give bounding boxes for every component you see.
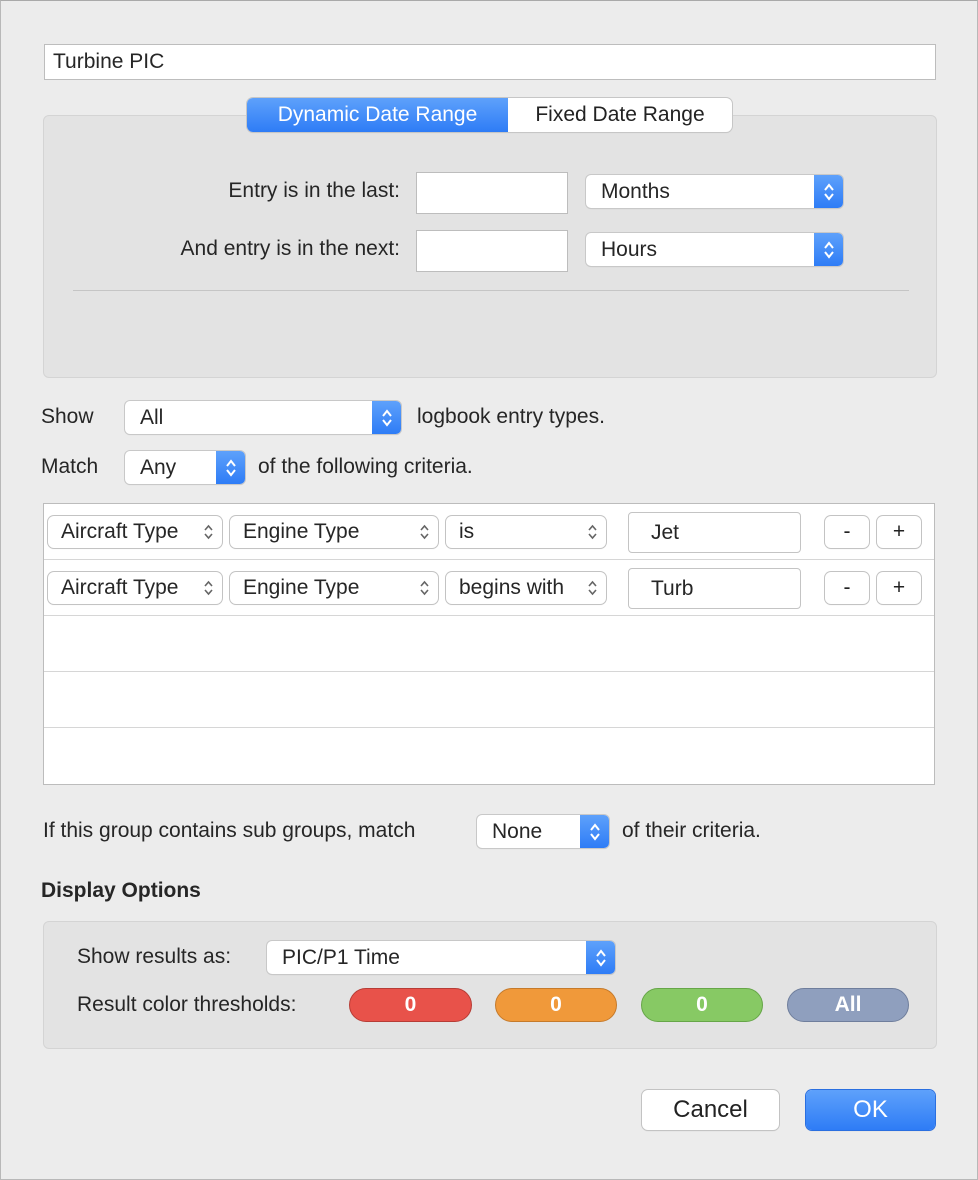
- criteria-field-select[interactable]: Aircraft Type: [48, 572, 222, 604]
- tab-fixed-date-range-label: Fixed Date Range: [535, 103, 705, 126]
- criteria-value-text: Turb: [651, 576, 694, 600]
- threshold-red-button[interactable]: 0: [349, 988, 472, 1022]
- criteria-operator-select[interactable]: begins with: [446, 572, 606, 604]
- last-unit-value: Months: [601, 179, 670, 203]
- match-suffix: of the following criteria.: [258, 455, 473, 478]
- add-criteria-button[interactable]: +: [877, 516, 921, 548]
- entry-types-select[interactable]: All: [125, 401, 401, 434]
- chevron-updown-icon: [588, 580, 597, 596]
- threshold-orange-value: 0: [550, 993, 562, 1016]
- criteria-row: Aircraft Type Engine Type is Jet - +: [44, 504, 934, 560]
- entry-types-value: All: [140, 405, 164, 429]
- empty-criteria-row: [44, 728, 934, 784]
- criteria-property-select[interactable]: Engine Type: [230, 572, 438, 604]
- match-select[interactable]: Any: [125, 451, 245, 484]
- match-value: Any: [140, 455, 177, 479]
- thresholds-label: Result color thresholds:: [77, 993, 297, 1016]
- threshold-green-value: 0: [696, 993, 708, 1016]
- chevron-updown-icon: [420, 580, 429, 596]
- match-label: Match: [41, 455, 99, 478]
- threshold-green-button[interactable]: 0: [641, 988, 763, 1022]
- criteria-field-value: Aircraft Type: [61, 576, 179, 599]
- subgroups-suffix: of their criteria.: [622, 819, 761, 842]
- chevron-updown-icon: [814, 175, 843, 208]
- chevron-updown-icon: [216, 451, 245, 484]
- chevron-updown-icon: [814, 233, 843, 266]
- date-range-segmented-control: Dynamic Date Range Fixed Date Range: [247, 98, 732, 132]
- show-label: Show: [41, 405, 94, 428]
- group-editor-window: Turbine PIC Dynamic Date Range Fixed Dat…: [0, 0, 978, 1180]
- group-name-value: Turbine PIC: [53, 50, 165, 73]
- subgroups-prefix: If this group contains sub groups, match: [43, 819, 416, 842]
- show-results-value: PIC/P1 Time: [282, 945, 400, 969]
- entry-next-label: And entry is in the next:: [180, 237, 400, 260]
- next-unit-select[interactable]: Hours: [586, 233, 843, 266]
- chevron-updown-icon: [588, 524, 597, 540]
- threshold-all-value: All: [834, 993, 862, 1016]
- cancel-button[interactable]: Cancel: [642, 1090, 779, 1130]
- criteria-operator-value: begins with: [459, 576, 565, 599]
- next-unit-value: Hours: [601, 237, 658, 261]
- entry-last-label: Entry is in the last:: [228, 179, 400, 202]
- empty-criteria-row: [44, 672, 934, 728]
- criteria-field-select[interactable]: Aircraft Type: [48, 516, 222, 548]
- group-name-field[interactable]: Turbine PIC: [44, 44, 936, 80]
- criteria-field-value: Aircraft Type: [61, 520, 179, 543]
- entry-next-input[interactable]: [416, 230, 568, 272]
- minus-icon: -: [843, 576, 851, 599]
- criteria-row: Aircraft Type Engine Type begins with Tu…: [44, 560, 934, 616]
- chevron-updown-icon: [586, 941, 615, 974]
- empty-criteria-row: [44, 616, 934, 672]
- subgroups-match-select[interactable]: None: [477, 815, 609, 848]
- chevron-updown-icon: [420, 524, 429, 540]
- show-suffix: logbook entry types.: [417, 405, 605, 428]
- date-range-divider: [73, 290, 909, 291]
- add-criteria-button[interactable]: +: [877, 572, 921, 604]
- criteria-property-value: Engine Type: [243, 520, 360, 543]
- remove-criteria-button[interactable]: -: [825, 572, 869, 604]
- last-unit-select[interactable]: Months: [586, 175, 843, 208]
- criteria-table: Aircraft Type Engine Type is Jet - + Air…: [43, 503, 935, 785]
- cancel-button-label: Cancel: [673, 1096, 748, 1123]
- minus-icon: -: [843, 520, 851, 543]
- threshold-red-value: 0: [404, 993, 417, 1016]
- chevron-updown-icon: [204, 524, 213, 540]
- chevron-updown-icon: [372, 401, 401, 434]
- display-options-heading: Display Options: [41, 879, 201, 902]
- tab-dynamic-date-range[interactable]: Dynamic Date Range: [247, 98, 508, 132]
- criteria-property-select[interactable]: Engine Type: [230, 516, 438, 548]
- remove-criteria-button[interactable]: -: [825, 516, 869, 548]
- criteria-value-text: Jet: [651, 520, 680, 544]
- show-results-label: Show results as:: [77, 945, 232, 968]
- ok-button-label: OK: [853, 1096, 888, 1123]
- criteria-value-input[interactable]: Jet: [628, 512, 801, 553]
- entry-last-input[interactable]: [416, 172, 568, 214]
- criteria-operator-select[interactable]: is: [446, 516, 606, 548]
- show-results-select[interactable]: PIC/P1 Time: [267, 941, 615, 974]
- criteria-value-input[interactable]: Turb: [628, 568, 801, 609]
- chevron-updown-icon: [580, 815, 609, 848]
- plus-icon: +: [892, 520, 906, 543]
- criteria-operator-value: is: [459, 520, 475, 543]
- tab-dynamic-date-range-label: Dynamic Date Range: [277, 103, 478, 126]
- subgroups-match-value: None: [492, 819, 543, 843]
- plus-icon: +: [892, 576, 906, 599]
- ok-button[interactable]: OK: [806, 1090, 935, 1130]
- tab-fixed-date-range[interactable]: Fixed Date Range: [508, 98, 732, 132]
- chevron-updown-icon: [204, 580, 213, 596]
- criteria-property-value: Engine Type: [243, 576, 360, 599]
- threshold-all-button[interactable]: All: [787, 988, 909, 1022]
- threshold-orange-button[interactable]: 0: [495, 988, 617, 1022]
